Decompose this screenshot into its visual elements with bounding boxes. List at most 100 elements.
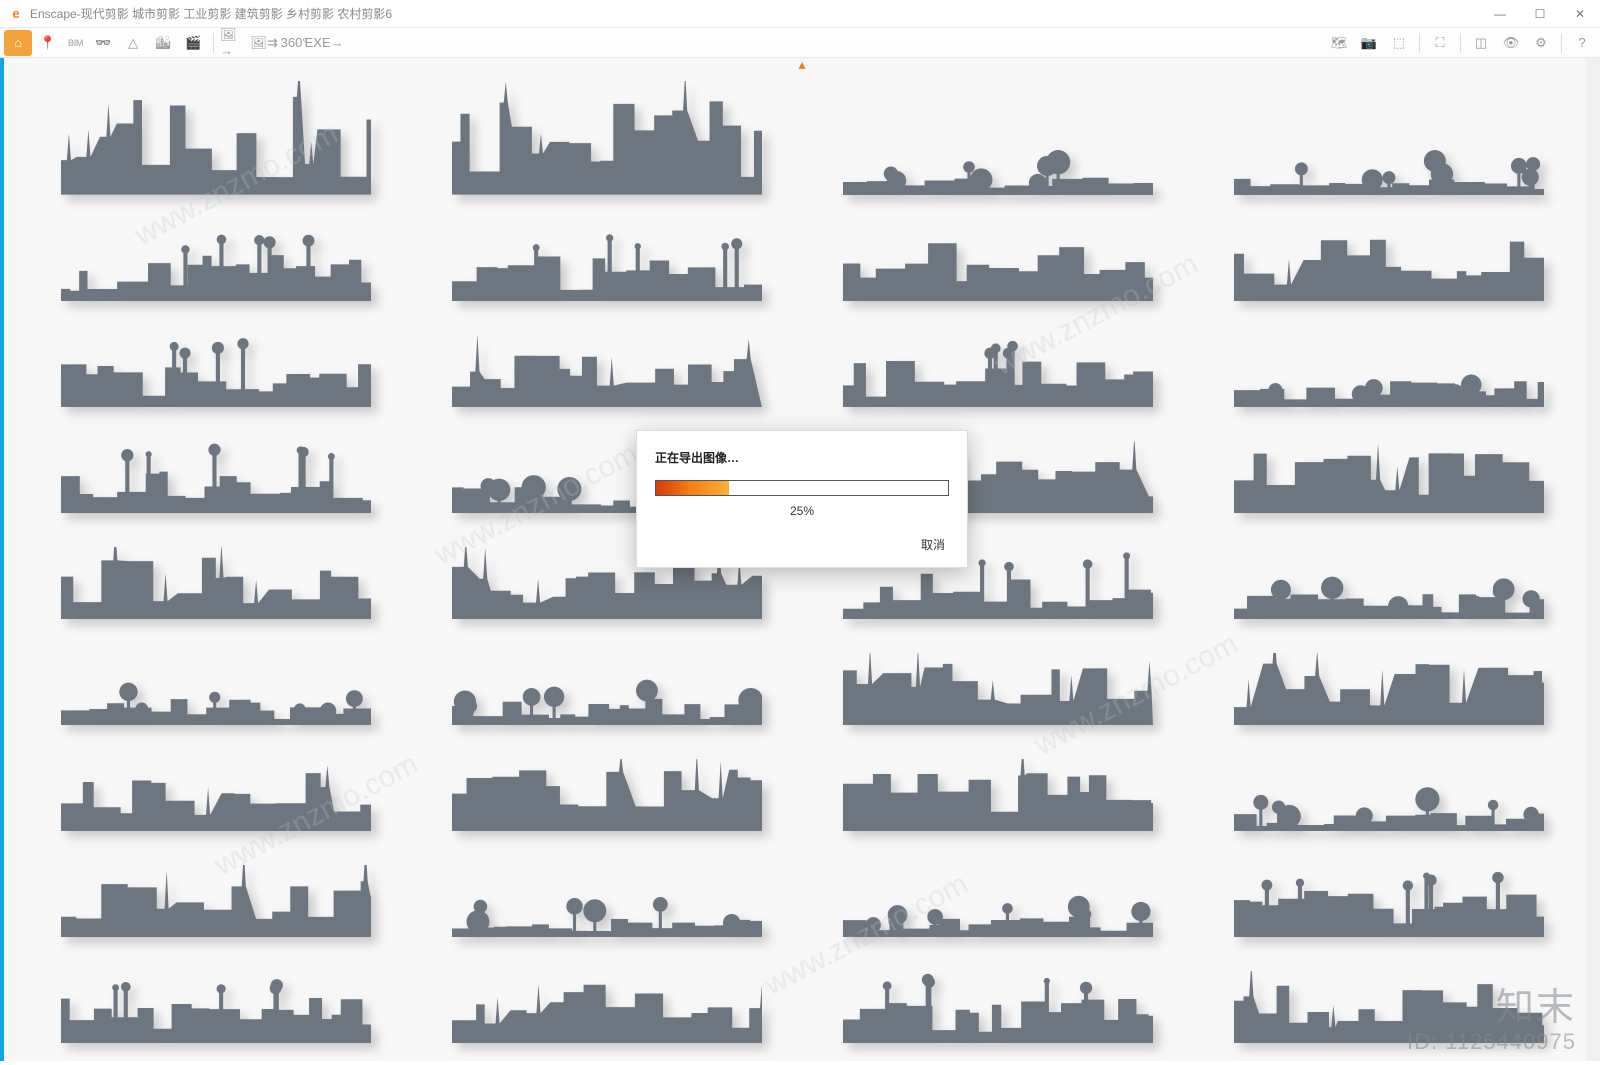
skyline-rural-icon [1234, 759, 1544, 831]
skyline-city-icon [61, 759, 371, 831]
skyline-city-icon [61, 865, 371, 937]
tool-map-view[interactable]: 🗺 [1325, 30, 1353, 56]
silhouette-thumb [34, 749, 397, 831]
silhouette-thumb [1207, 855, 1570, 937]
silhouette-thumb [425, 80, 788, 195]
silhouette-thumb [425, 961, 788, 1043]
silhouette-thumb [1207, 80, 1570, 195]
bim-icon: BIM [68, 38, 83, 48]
tool-export-image[interactable]: 🖼→ [220, 30, 248, 56]
silhouette-thumb [425, 219, 788, 301]
vertical-scrollbar[interactable] [1586, 58, 1600, 1061]
maximize-button[interactable]: ☐ [1520, 0, 1560, 28]
progress-percent: 25% [655, 504, 949, 518]
skyline-city-icon [1234, 441, 1544, 513]
silhouette-thumb [1207, 643, 1570, 725]
tool-settings[interactable]: ⚙ [1527, 30, 1555, 56]
clapper-icon: 🎬 [185, 35, 201, 51]
export-exe-icon: EXE→ [305, 35, 344, 50]
skyline-industrial-icon [61, 441, 371, 513]
vr-icon: ◫ [1475, 35, 1487, 51]
skyline-city-icon [1234, 653, 1544, 725]
silhouette-thumb [816, 855, 1179, 937]
tool-walk-mode[interactable]: ⛶ [1426, 30, 1454, 56]
progress-bar-fill [656, 481, 729, 495]
skyline-village-icon [452, 653, 762, 725]
tool-camera-settings[interactable]: 📷 [1355, 30, 1383, 56]
tool-vr[interactable]: ◫ [1467, 30, 1495, 56]
silhouette-thumb [816, 643, 1179, 725]
export-progress-dialog: 正在导出图像… 25% 取消 [636, 430, 968, 568]
tool-buildings[interactable]: 🏙 [149, 30, 177, 56]
minimize-button[interactable]: — [1480, 0, 1520, 28]
silhouette-thumb [425, 325, 788, 407]
silhouette-thumb [425, 855, 788, 937]
skyline-industrial-icon [61, 971, 371, 1043]
cancel-button[interactable]: 取消 [917, 534, 949, 555]
tool-visibility[interactable]: 👁 [1497, 30, 1525, 56]
skyline-city-icon [452, 971, 762, 1043]
tool-pin-marker[interactable]: 📍 [34, 30, 62, 56]
silhouette-thumb [1207, 219, 1570, 301]
silhouette-thumb [816, 749, 1179, 831]
silhouette-thumb [34, 219, 397, 301]
silhouette-thumb [34, 80, 397, 195]
skyline-industrial-icon [61, 335, 371, 407]
document-title: 现代剪影 城市剪影 工业剪影 建筑剪影 乡村剪影 农村剪影6 [81, 5, 392, 22]
skyline-rural-icon [1234, 123, 1544, 195]
tool-help[interactable]: ? [1568, 30, 1596, 56]
skyline-rural-icon [452, 865, 762, 937]
skyline-city-icon [452, 335, 762, 407]
watermark-brand: 知末 [1496, 976, 1576, 1031]
silhouette-thumb [1207, 431, 1570, 513]
silhouette-thumb [816, 80, 1179, 195]
watermark-id: ID: 1125440975 [1407, 1029, 1576, 1055]
skyline-city-icon [843, 759, 1153, 831]
silhouette-thumb [1207, 325, 1570, 407]
silhouette-thumb [816, 961, 1179, 1043]
app-logo-icon: e [8, 6, 24, 22]
skyline-city-icon [843, 229, 1153, 301]
silhouette-thumb [1207, 749, 1570, 831]
silhouette-thumb [34, 961, 397, 1043]
silhouette-thumb [1207, 537, 1570, 619]
export-360-icon: 360° [281, 35, 308, 50]
map-view-icon: 🗺 [1331, 35, 1348, 51]
silhouette-thumb [34, 431, 397, 513]
dialog-title: 正在导出图像… [655, 449, 949, 466]
app-name: Enscape [30, 7, 77, 21]
silhouette-thumb [425, 749, 788, 831]
skyline-industrial-icon [61, 229, 371, 301]
home-icon: ⌂ [14, 35, 22, 50]
skyline-industrial-icon [1234, 865, 1544, 937]
viewport-container: ▴ www.znzmo.com www.znzmo.com www.znzmo.… [0, 58, 1600, 1061]
skyline-city-icon [61, 547, 371, 619]
export-batch-icon: 🖼⇉ [250, 35, 277, 51]
tool-home[interactable]: ⌂ [4, 30, 32, 56]
export-image-icon: 🖼→ [220, 27, 248, 58]
skyline-village-icon [61, 653, 371, 725]
tool-binoculars[interactable]: 👓 [89, 30, 117, 56]
close-button[interactable]: ✕ [1560, 0, 1600, 28]
tool-bim[interactable]: BIM [64, 30, 87, 56]
skyline-village-icon [1234, 547, 1544, 619]
skyline-city-tall-icon [61, 81, 371, 195]
skyline-city-icon [1234, 229, 1544, 301]
skyline-city-icon [843, 653, 1153, 725]
tool-cube-view[interactable]: ⬚ [1385, 30, 1413, 56]
tool-export-batch[interactable]: 🖼⇉ [250, 30, 278, 56]
main-toolbar: ⌂ 📍 BIM 👓 △🏙 🎬 🖼→🖼⇉ 360°EXE→ 🗺 📷⬚ ⛶ ◫ 👁 ⚙? [0, 28, 1600, 58]
title-bar: e Enscape - 现代剪影 城市剪影 工业剪影 建筑剪影 乡村剪影 农村剪… [0, 0, 1600, 28]
silhouette-thumb [34, 537, 397, 619]
binoculars-icon: 👓 [95, 35, 111, 51]
tool-clapper[interactable]: 🎬 [179, 30, 207, 56]
progress-bar [655, 480, 949, 496]
tool-export-exe[interactable]: EXE→ [310, 30, 338, 56]
skyline-rural-icon [843, 123, 1153, 195]
skyline-industrial-icon [452, 229, 762, 301]
tool-safety-triangle[interactable]: △ [119, 30, 147, 56]
silhouette-thumb [34, 325, 397, 407]
visibility-icon: 👁 [1503, 35, 1520, 51]
silhouette-thumb [816, 219, 1179, 301]
settings-icon: ⚙ [1535, 35, 1547, 51]
